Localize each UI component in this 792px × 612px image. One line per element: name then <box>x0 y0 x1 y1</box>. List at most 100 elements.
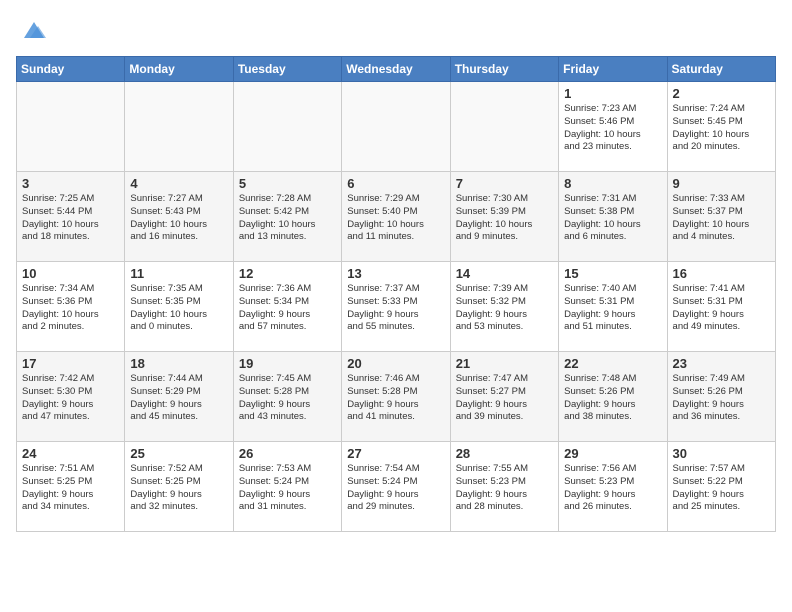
day-number: 11 <box>130 266 227 281</box>
weekday-header: Thursday <box>450 57 558 82</box>
calendar-day-cell: 5Sunrise: 7:28 AM Sunset: 5:42 PM Daylig… <box>233 172 341 262</box>
calendar-day-cell: 9 Sunrise: 7:33 AM Sunset: 5:37 PM Daylig… <box>667 172 775 262</box>
calendar-day-cell: 27 Sunrise: 7:54 AM Sunset: 5:24 PM Dayli… <box>342 442 450 532</box>
weekday-header: Wednesday <box>342 57 450 82</box>
calendar-day-cell: 13 Sunrise: 7:37 AM Sunset: 5:33 PM Dayli… <box>342 262 450 352</box>
calendar-day-cell: 15 Sunrise: 7:40 AM Sunset: 5:31 PM Dayli… <box>559 262 667 352</box>
day-info: Sunrise: 7:42 AM Sunset: 5:30 PM Dayligh… <box>22 373 119 424</box>
calendar-day-cell: 24 Sunrise: 7:51 AM Sunset: 5:25 PM Dayli… <box>17 442 125 532</box>
day-info: Sunrise: 7:24 AM Sunset: 5:45 PM Dayligh… <box>673 103 770 154</box>
calendar-table: SundayMondayTuesdayWednesdayThursdayFrid… <box>16 56 776 532</box>
calendar-day-cell: 25 Sunrise: 7:52 AM Sunset: 5:25 PM Dayli… <box>125 442 233 532</box>
calendar-day-cell: 7 Sunrise: 7:30 AM Sunset: 5:39 PM Daylig… <box>450 172 558 262</box>
day-info: Sunrise: 7:36 AM Sunset: 5:34 PM Dayligh… <box>239 283 336 334</box>
calendar-day-cell: 18 Sunrise: 7:44 AM Sunset: 5:29 PM Dayli… <box>125 352 233 442</box>
calendar-day-cell: 16 Sunrise: 7:41 AM Sunset: 5:31 PM Dayli… <box>667 262 775 352</box>
calendar-day-cell <box>342 82 450 172</box>
calendar-day-cell: 21 Sunrise: 7:47 AM Sunset: 5:27 PM Dayli… <box>450 352 558 442</box>
day-info: Sunrise: 7:39 AM Sunset: 5:32 PM Dayligh… <box>456 283 553 334</box>
weekday-header: Friday <box>559 57 667 82</box>
calendar-day-cell: 1 Sunrise: 7:23 AM Sunset: 5:46 PM Daylig… <box>559 82 667 172</box>
day-number: 30 <box>673 446 770 461</box>
calendar-day-cell: 26Sunrise: 7:53 AM Sunset: 5:24 PM Dayli… <box>233 442 341 532</box>
logo <box>16 16 48 44</box>
day-number: 24 <box>22 446 119 461</box>
day-info: Sunrise: 7:41 AM Sunset: 5:31 PM Dayligh… <box>673 283 770 334</box>
day-info: Sunrise: 7:44 AM Sunset: 5:29 PM Dayligh… <box>130 373 227 424</box>
day-number: 6 <box>347 176 444 191</box>
calendar-day-cell: 4 Sunrise: 7:27 AM Sunset: 5:43 PM Daylig… <box>125 172 233 262</box>
day-number: 27 <box>347 446 444 461</box>
calendar-week-row: 3Sunrise: 7:25 AM Sunset: 5:44 PM Daylig… <box>17 172 776 262</box>
calendar-day-cell: 22Sunrise: 7:48 AM Sunset: 5:26 PM Dayli… <box>559 352 667 442</box>
day-info: Sunrise: 7:27 AM Sunset: 5:43 PM Dayligh… <box>130 193 227 244</box>
day-number: 17 <box>22 356 119 371</box>
calendar-day-cell: 11 Sunrise: 7:35 AM Sunset: 5:35 PM Dayli… <box>125 262 233 352</box>
calendar-day-cell: 2Sunrise: 7:24 AM Sunset: 5:45 PM Daylig… <box>667 82 775 172</box>
calendar-day-cell: 6Sunrise: 7:29 AM Sunset: 5:40 PM Daylig… <box>342 172 450 262</box>
weekday-header: Sunday <box>17 57 125 82</box>
day-info: Sunrise: 7:57 AM Sunset: 5:22 PM Dayligh… <box>673 463 770 514</box>
calendar-day-cell <box>17 82 125 172</box>
day-info: Sunrise: 7:40 AM Sunset: 5:31 PM Dayligh… <box>564 283 661 334</box>
day-number: 22 <box>564 356 661 371</box>
calendar-day-cell: 23 Sunrise: 7:49 AM Sunset: 5:26 PM Dayli… <box>667 352 775 442</box>
day-info: Sunrise: 7:28 AM Sunset: 5:42 PM Dayligh… <box>239 193 336 244</box>
calendar-day-cell: 3Sunrise: 7:25 AM Sunset: 5:44 PM Daylig… <box>17 172 125 262</box>
day-number: 12 <box>239 266 336 281</box>
day-info: Sunrise: 7:23 AM Sunset: 5:46 PM Dayligh… <box>564 103 661 154</box>
day-info: Sunrise: 7:33 AM Sunset: 5:37 PM Dayligh… <box>673 193 770 244</box>
day-number: 4 <box>130 176 227 191</box>
calendar-week-row: 24 Sunrise: 7:51 AM Sunset: 5:25 PM Dayli… <box>17 442 776 532</box>
day-info: Sunrise: 7:51 AM Sunset: 5:25 PM Dayligh… <box>22 463 119 514</box>
day-info: Sunrise: 7:45 AM Sunset: 5:28 PM Dayligh… <box>239 373 336 424</box>
calendar-day-cell: 14 Sunrise: 7:39 AM Sunset: 5:32 PM Dayli… <box>450 262 558 352</box>
day-number: 10 <box>22 266 119 281</box>
calendar-day-cell <box>233 82 341 172</box>
calendar-day-cell: 30 Sunrise: 7:57 AM Sunset: 5:22 PM Dayli… <box>667 442 775 532</box>
calendar-day-cell <box>450 82 558 172</box>
day-info: Sunrise: 7:54 AM Sunset: 5:24 PM Dayligh… <box>347 463 444 514</box>
day-number: 23 <box>673 356 770 371</box>
calendar-day-cell: 8Sunrise: 7:31 AM Sunset: 5:38 PM Daylig… <box>559 172 667 262</box>
day-number: 20 <box>347 356 444 371</box>
weekday-header: Tuesday <box>233 57 341 82</box>
calendar-day-cell: 20 Sunrise: 7:46 AM Sunset: 5:28 PM Dayli… <box>342 352 450 442</box>
day-info: Sunrise: 7:53 AM Sunset: 5:24 PM Dayligh… <box>239 463 336 514</box>
day-info: Sunrise: 7:56 AM Sunset: 5:23 PM Dayligh… <box>564 463 661 514</box>
day-number: 13 <box>347 266 444 281</box>
day-info: Sunrise: 7:52 AM Sunset: 5:25 PM Dayligh… <box>130 463 227 514</box>
day-number: 16 <box>673 266 770 281</box>
day-number: 21 <box>456 356 553 371</box>
day-info: Sunrise: 7:46 AM Sunset: 5:28 PM Dayligh… <box>347 373 444 424</box>
day-number: 18 <box>130 356 227 371</box>
day-number: 3 <box>22 176 119 191</box>
calendar-day-cell: 12 Sunrise: 7:36 AM Sunset: 5:34 PM Dayli… <box>233 262 341 352</box>
day-number: 14 <box>456 266 553 281</box>
day-info: Sunrise: 7:49 AM Sunset: 5:26 PM Dayligh… <box>673 373 770 424</box>
day-info: Sunrise: 7:47 AM Sunset: 5:27 PM Dayligh… <box>456 373 553 424</box>
day-number: 25 <box>130 446 227 461</box>
calendar-header-row: SundayMondayTuesdayWednesdayThursdayFrid… <box>17 57 776 82</box>
day-info: Sunrise: 7:37 AM Sunset: 5:33 PM Dayligh… <box>347 283 444 334</box>
day-info: Sunrise: 7:55 AM Sunset: 5:23 PM Dayligh… <box>456 463 553 514</box>
calendar-day-cell <box>125 82 233 172</box>
day-number: 19 <box>239 356 336 371</box>
day-number: 7 <box>456 176 553 191</box>
day-info: Sunrise: 7:34 AM Sunset: 5:36 PM Dayligh… <box>22 283 119 334</box>
calendar-day-cell: 29 Sunrise: 7:56 AM Sunset: 5:23 PM Dayli… <box>559 442 667 532</box>
day-info: Sunrise: 7:30 AM Sunset: 5:39 PM Dayligh… <box>456 193 553 244</box>
weekday-header: Saturday <box>667 57 775 82</box>
day-number: 1 <box>564 86 661 101</box>
weekday-header: Monday <box>125 57 233 82</box>
day-info: Sunrise: 7:35 AM Sunset: 5:35 PM Dayligh… <box>130 283 227 334</box>
day-info: Sunrise: 7:31 AM Sunset: 5:38 PM Dayligh… <box>564 193 661 244</box>
day-number: 9 <box>673 176 770 191</box>
calendar-day-cell: 10 Sunrise: 7:34 AM Sunset: 5:36 PM Dayli… <box>17 262 125 352</box>
page-header <box>16 16 776 44</box>
calendar-day-cell: 28 Sunrise: 7:55 AM Sunset: 5:23 PM Dayli… <box>450 442 558 532</box>
day-number: 29 <box>564 446 661 461</box>
day-number: 28 <box>456 446 553 461</box>
calendar-day-cell: 17 Sunrise: 7:42 AM Sunset: 5:30 PM Dayli… <box>17 352 125 442</box>
day-number: 15 <box>564 266 661 281</box>
